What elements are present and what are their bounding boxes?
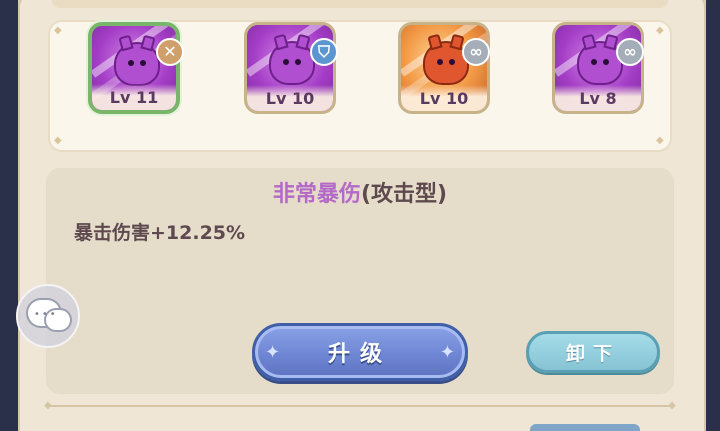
- divider: ◆ ◆: [44, 400, 676, 411]
- link-icon: ∞: [616, 38, 644, 66]
- skill-slot-3[interactable]: Lv 10: [398, 22, 490, 114]
- corner-ornament: ◆: [54, 135, 62, 146]
- background-right: [706, 0, 720, 431]
- top-strip: [52, 0, 668, 8]
- skill-art-purple-cat: [114, 34, 160, 86]
- skill-slot-2[interactable]: Lv 10: [244, 22, 336, 114]
- skill-name: 非常暴伤: [272, 182, 361, 207]
- upgrade-button-label: 升级: [327, 342, 392, 367]
- link-icon: ∞: [462, 38, 490, 66]
- background-left: [0, 0, 18, 431]
- sparkle-icon: ✦: [265, 342, 281, 363]
- skill-slot-1[interactable]: Lv 11: [88, 22, 180, 114]
- skill-title: 非常暴伤(攻击型): [0, 176, 720, 208]
- corner-ornament: ◆: [54, 25, 62, 36]
- slot-level: Lv 10: [265, 89, 315, 108]
- unequip-button[interactable]: 卸下: [526, 331, 660, 373]
- slot-level: Lv 11: [109, 88, 159, 107]
- skill-art-purple-cat: [269, 33, 315, 85]
- corner-ornament: ◆: [656, 25, 664, 36]
- shield-icon: ⛉: [310, 38, 338, 66]
- slot-level: Lv 8: [579, 89, 617, 108]
- upgrade-button[interactable]: ✦ 升级 ✦: [252, 323, 468, 381]
- sparkle-icon: ✦: [439, 342, 455, 363]
- skill-description: 暴击伤害+12.25%: [74, 222, 246, 244]
- skill-slot-4[interactable]: Lv 8: [552, 22, 644, 114]
- slot-level: Lv 10: [419, 89, 469, 108]
- bottom-tab[interactable]: [530, 424, 640, 431]
- chat-bubble-icon[interactable]: •••: [16, 284, 80, 348]
- skill-type: (攻击型): [360, 182, 448, 207]
- corner-ornament: ◆: [656, 135, 664, 146]
- remove-icon[interactable]: ✕: [156, 38, 184, 66]
- unequip-button-label: 卸下: [565, 342, 620, 365]
